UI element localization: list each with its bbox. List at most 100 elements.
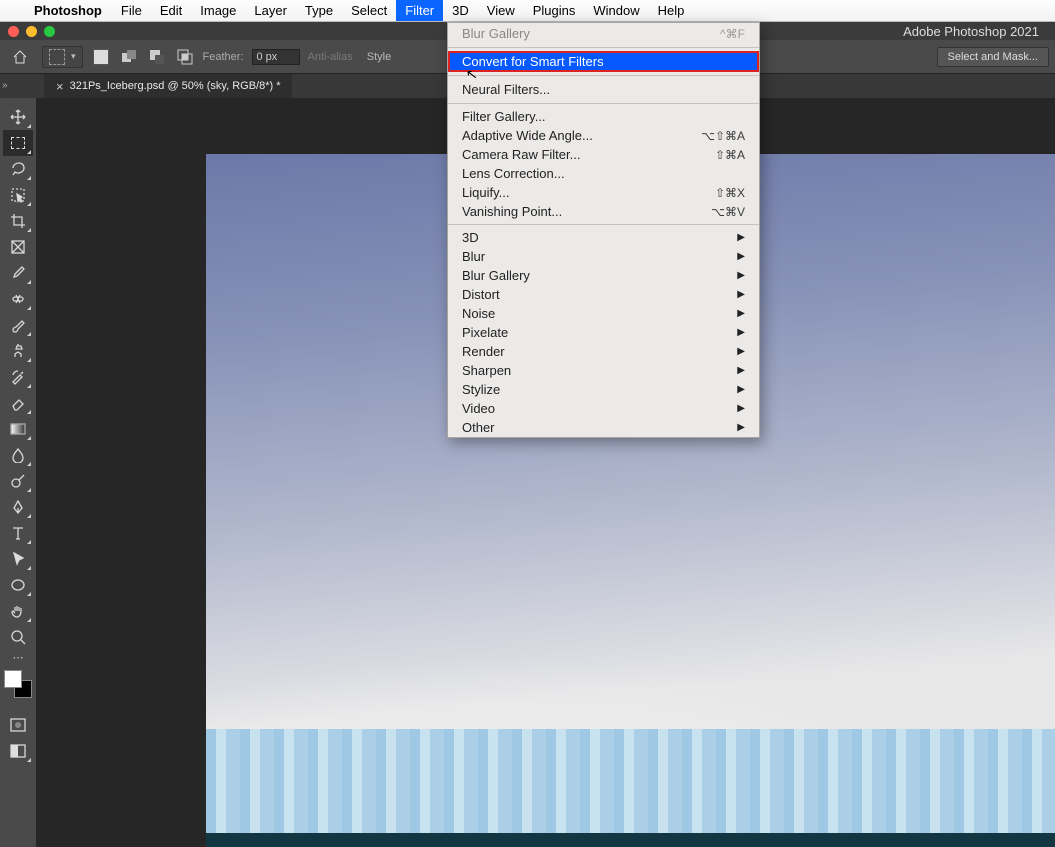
menu-select[interactable]: Select bbox=[342, 0, 396, 21]
color-swatches[interactable] bbox=[4, 670, 32, 698]
submenu-arrow-icon: ▶ bbox=[737, 232, 745, 243]
submenu-arrow-icon: ▶ bbox=[737, 365, 745, 376]
filter-gallery[interactable]: Filter Gallery... bbox=[448, 107, 759, 126]
mac-menubar: Photoshop File Edit Image Layer Type Sel… bbox=[0, 0, 1055, 22]
tool-more[interactable]: ⋯ bbox=[3, 650, 33, 664]
close-window-icon[interactable] bbox=[8, 26, 19, 37]
selection-intersect-icon[interactable] bbox=[175, 47, 195, 67]
menu-shortcut: ⇧⌘X bbox=[715, 186, 745, 200]
filter-neural[interactable]: Neural Filters... bbox=[448, 79, 759, 100]
quickmask-icon[interactable] bbox=[3, 712, 33, 738]
feather-input[interactable] bbox=[252, 49, 300, 65]
menu-3d[interactable]: 3D bbox=[443, 0, 478, 21]
menu-view[interactable]: View bbox=[478, 0, 524, 21]
menu-shortcut: ⌥⌘V bbox=[711, 205, 745, 219]
menu-separator bbox=[448, 224, 759, 225]
menu-item-label: Sharpen bbox=[462, 363, 511, 378]
menu-item-label: Video bbox=[462, 401, 495, 416]
tool-pen[interactable] bbox=[3, 494, 33, 520]
tool-shape[interactable] bbox=[3, 572, 33, 598]
menu-item-label: Render bbox=[462, 344, 505, 359]
menu-help[interactable]: Help bbox=[649, 0, 694, 21]
menu-item-label: Filter Gallery... bbox=[462, 109, 546, 124]
filter-sub-stylize[interactable]: Stylize▶ bbox=[448, 380, 759, 399]
filter-last-label: Blur Gallery bbox=[462, 26, 530, 41]
filter-convert-smart[interactable]: Convert for Smart Filters bbox=[448, 51, 759, 72]
menu-image[interactable]: Image bbox=[191, 0, 245, 21]
tool-clone[interactable] bbox=[3, 338, 33, 364]
menu-window[interactable]: Window bbox=[584, 0, 648, 21]
tool-eraser[interactable] bbox=[3, 390, 33, 416]
menu-item-label: Blur bbox=[462, 249, 485, 264]
panel-toggle-icon[interactable]: » bbox=[2, 80, 8, 91]
menu-plugins[interactable]: Plugins bbox=[524, 0, 585, 21]
style-label[interactable]: Style bbox=[367, 51, 391, 63]
app-name[interactable]: Photoshop bbox=[24, 3, 112, 18]
close-tab-icon[interactable]: × bbox=[56, 79, 64, 94]
marquee-mode-group[interactable]: ▾ bbox=[42, 46, 83, 68]
tool-eyedropper[interactable] bbox=[3, 260, 33, 286]
menu-item-label: Vanishing Point... bbox=[462, 204, 562, 219]
filter-sub-other[interactable]: Other▶ bbox=[448, 418, 759, 437]
filter-liquify[interactable]: Liquify...⇧⌘X bbox=[448, 183, 759, 202]
menu-item-label: Distort bbox=[462, 287, 500, 302]
menu-type[interactable]: Type bbox=[296, 0, 342, 21]
submenu-arrow-icon: ▶ bbox=[737, 327, 745, 338]
filter-sub-noise[interactable]: Noise▶ bbox=[448, 304, 759, 323]
selection-subtract-icon[interactable] bbox=[147, 47, 167, 67]
filter-menu-dropdown: Blur Gallery ^⌘F Convert for Smart Filte… bbox=[447, 22, 760, 438]
marquee-rect-icon[interactable] bbox=[49, 49, 65, 65]
menu-edit[interactable]: Edit bbox=[151, 0, 191, 21]
tool-brush[interactable] bbox=[3, 312, 33, 338]
submenu-arrow-icon: ▶ bbox=[737, 403, 745, 414]
submenu-arrow-icon: ▶ bbox=[737, 270, 745, 281]
menu-shortcut: ⌥⇧⌘A bbox=[701, 129, 745, 143]
tool-object-select[interactable] bbox=[3, 182, 33, 208]
filter-sub-video[interactable]: Video ▶ bbox=[448, 399, 759, 418]
tool-type[interactable] bbox=[3, 520, 33, 546]
antialias-label: Anti-alias bbox=[308, 51, 353, 63]
tool-frame[interactable] bbox=[3, 234, 33, 260]
tool-marquee[interactable] bbox=[3, 130, 33, 156]
tool-gradient[interactable] bbox=[3, 416, 33, 442]
submenu-arrow-icon: ▶ bbox=[737, 346, 745, 357]
document-tab[interactable]: × 321Ps_Iceberg.psd @ 50% (sky, RGB/8*) … bbox=[44, 74, 292, 98]
home-icon[interactable] bbox=[6, 45, 34, 69]
screenmode-icon[interactable] bbox=[3, 738, 33, 764]
tool-path-select[interactable] bbox=[3, 546, 33, 572]
chevron-down-icon[interactable]: ▾ bbox=[71, 51, 76, 62]
tool-blur[interactable] bbox=[3, 442, 33, 468]
filter-sub-sharpen[interactable]: Sharpen ▶ bbox=[448, 361, 759, 380]
menu-filter[interactable]: Filter bbox=[396, 0, 443, 21]
zoom-window-icon[interactable] bbox=[44, 26, 55, 37]
filter-sub-render[interactable]: Render ▶ bbox=[448, 342, 759, 361]
tool-dodge[interactable] bbox=[3, 468, 33, 494]
filter-sub-3d[interactable]: 3D▶ bbox=[448, 228, 759, 247]
filter-sub-blurgallery[interactable]: Blur Gallery▶ bbox=[448, 266, 759, 285]
tool-history-brush[interactable] bbox=[3, 364, 33, 390]
selection-new-icon[interactable] bbox=[91, 47, 111, 67]
tool-crop[interactable] bbox=[3, 208, 33, 234]
minimize-window-icon[interactable] bbox=[26, 26, 37, 37]
menu-file[interactable]: File bbox=[112, 0, 151, 21]
submenu-arrow-icon: ▶ bbox=[737, 251, 745, 262]
filter-last[interactable]: Blur Gallery ^⌘F bbox=[448, 23, 759, 44]
filter-vanishing-point[interactable]: Vanishing Point... ⌥⌘V bbox=[448, 202, 759, 221]
select-and-mask-button[interactable]: Select and Mask... bbox=[937, 47, 1050, 67]
tool-healing[interactable] bbox=[3, 286, 33, 312]
filter-sub-blur[interactable]: Blur ▶ bbox=[448, 247, 759, 266]
tool-zoom[interactable] bbox=[3, 624, 33, 650]
filter-lens-correction[interactable]: Lens Correction... bbox=[448, 164, 759, 183]
tool-move[interactable] bbox=[3, 104, 33, 130]
filter-sub-pixelate[interactable]: Pixelate▶ bbox=[448, 323, 759, 342]
filter-camera-raw[interactable]: Camera Raw Filter...⇧⌘A bbox=[448, 145, 759, 164]
tool-lasso[interactable] bbox=[3, 156, 33, 182]
tool-hand[interactable] bbox=[3, 598, 33, 624]
filter-sub-distort[interactable]: Distort▶ bbox=[448, 285, 759, 304]
filter-adaptive-wide[interactable]: Adaptive Wide Angle... ⌥⇧⌘A bbox=[448, 126, 759, 145]
menu-item-label: Adaptive Wide Angle... bbox=[462, 128, 593, 143]
menu-layer[interactable]: Layer bbox=[245, 0, 296, 21]
selection-add-icon[interactable] bbox=[119, 47, 139, 67]
menu-item-label: Lens Correction... bbox=[462, 166, 565, 181]
menu-item-label: Camera Raw Filter... bbox=[462, 147, 580, 162]
